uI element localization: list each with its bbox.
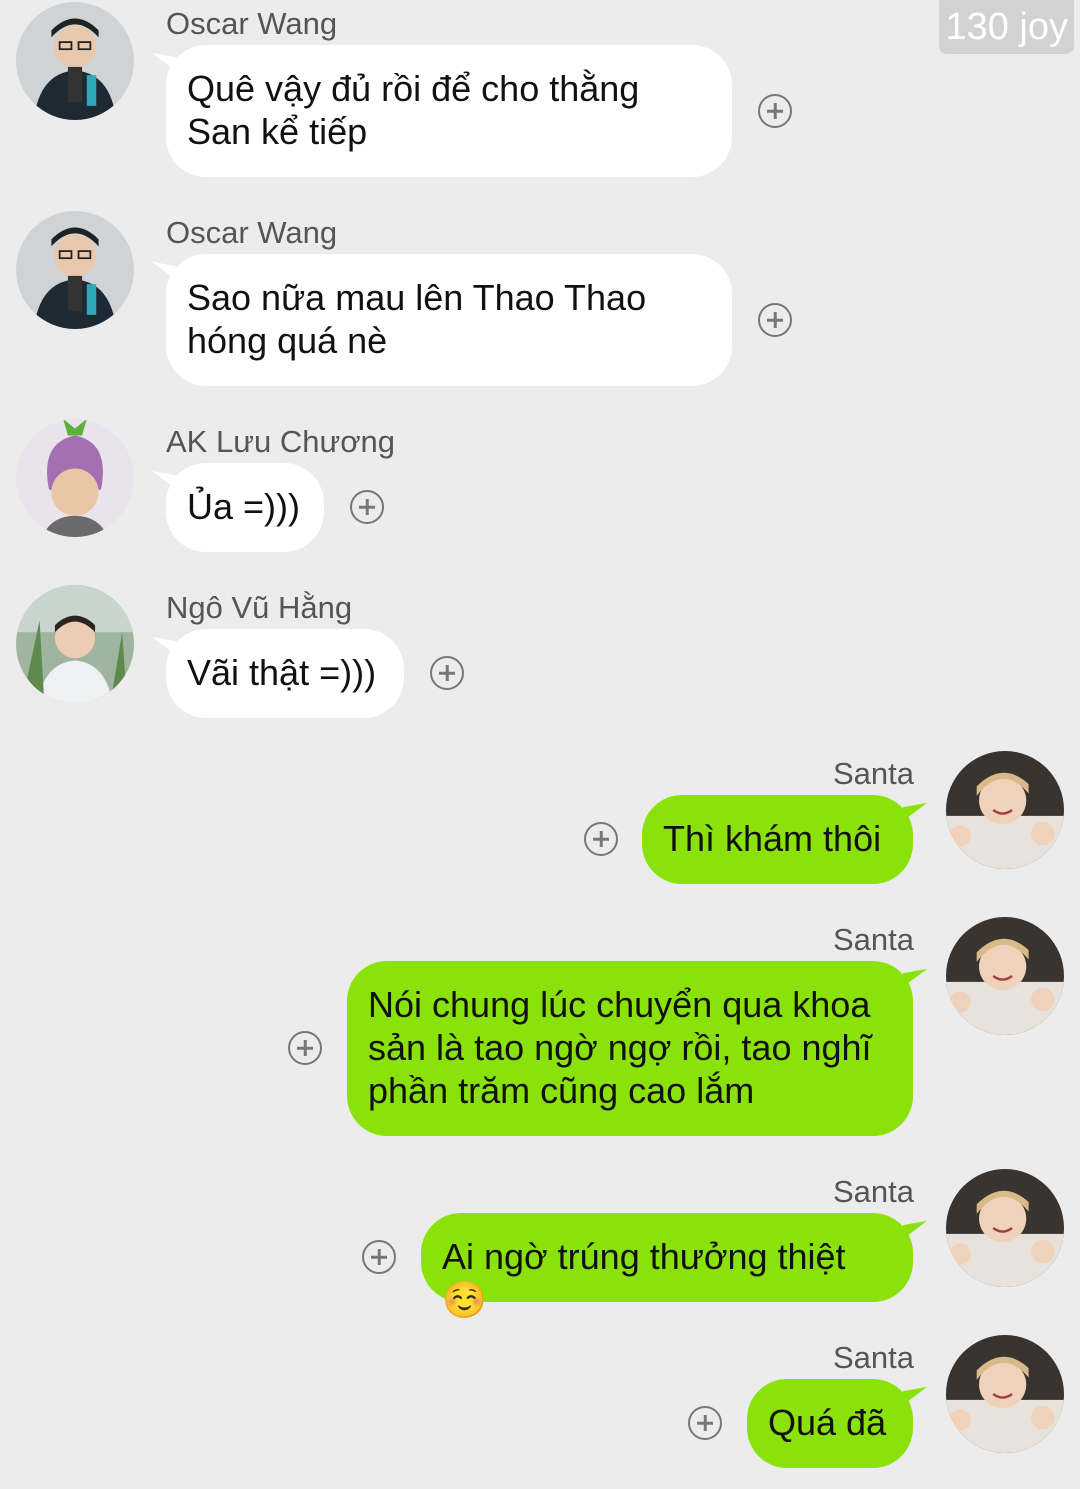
sender-name: Santa xyxy=(832,1174,914,1209)
avatar[interactable] xyxy=(946,917,1064,1035)
message-bubble[interactable]: Quê vậy đủ rồi để cho thằng San kể tiếp xyxy=(166,45,732,177)
sender-name: Santa xyxy=(832,922,914,957)
sender-name: AK Lưu Chương xyxy=(166,424,396,459)
add-reaction-icon[interactable] xyxy=(758,303,792,337)
add-reaction-icon[interactable] xyxy=(688,1406,722,1440)
avatar[interactable] xyxy=(16,419,134,537)
avatar[interactable] xyxy=(16,585,134,703)
add-reaction-icon[interactable] xyxy=(362,1240,396,1274)
sender-name: Ngô Vũ Hằng xyxy=(166,590,353,625)
joy-count-badge: 130 joy xyxy=(939,0,1074,54)
add-reaction-icon[interactable] xyxy=(288,1031,322,1065)
chat-view[interactable]: 130 joy Oscar Wang Quê vậy đủ rồi để cho… xyxy=(0,0,1080,1489)
message-bubble[interactable]: Vãi thật =))) xyxy=(166,629,404,718)
message-bubble[interactable]: Ai ngờ trúng thưởng thiệt ☺️ xyxy=(421,1213,913,1320)
sender-name: Santa xyxy=(832,756,914,791)
avatar[interactable] xyxy=(946,751,1064,869)
add-reaction-icon[interactable] xyxy=(584,822,618,856)
message-bubble[interactable]: Quá đã xyxy=(747,1379,913,1468)
message-bubble[interactable]: Ủa =))) xyxy=(166,463,324,552)
add-reaction-icon[interactable] xyxy=(430,656,464,690)
add-reaction-icon[interactable] xyxy=(350,490,384,524)
add-reaction-icon[interactable] xyxy=(758,94,792,128)
message-bubble[interactable]: Thì khám thôi xyxy=(642,795,913,884)
avatar[interactable] xyxy=(946,1169,1064,1287)
sender-name: Oscar Wang xyxy=(166,6,338,41)
sender-name: Santa xyxy=(832,1340,914,1375)
avatar[interactable] xyxy=(946,1335,1064,1453)
avatar[interactable] xyxy=(16,2,134,120)
sender-name: Oscar Wang xyxy=(166,215,338,250)
avatar[interactable] xyxy=(16,211,134,329)
message-bubble[interactable]: Nói chung lúc chuyển qua khoa sản là tao… xyxy=(347,961,913,1136)
message-bubble[interactable]: Sao nữa mau lên Thao Thao hóng quá nè xyxy=(166,254,732,386)
